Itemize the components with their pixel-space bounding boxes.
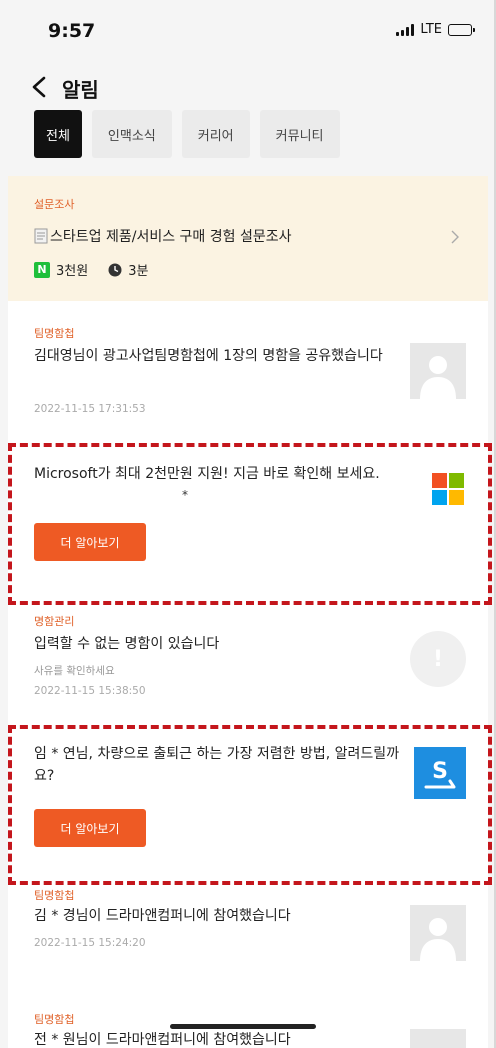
item-category: 명함관리 [34, 615, 75, 628]
item-message: 김대영님이 광고사업팀명함첩에 1장의 명함을 공유했습니다 [34, 348, 383, 364]
list-item[interactable]: 팀명함첩 김 * 경님이 드라마앤컴퍼니에 참여했습니다 2022-11-15 … [8, 885, 488, 985]
survey-category: 설문조사 [34, 198, 75, 211]
item-message: 전 * 원님이 드라마앤컴퍼니에 참여했습니다 [34, 1032, 291, 1048]
ad-highlight-box [8, 725, 492, 885]
item-category: 팀명함첩 [34, 889, 75, 902]
survey-reward: 3천원 [56, 264, 89, 279]
survey-banner[interactable]: 설문조사 스타트업 제품/서비스 구매 경험 설문조사 N 3천원 3분 [8, 176, 488, 301]
item-date: 2022-11-15 15:38:50 [34, 685, 146, 697]
header: 알림 [0, 62, 494, 110]
alert-icon: ! [410, 631, 466, 687]
tab-network-news[interactable]: 인맥소식 [91, 110, 172, 158]
item-date: 2022-11-15 15:24:20 [34, 937, 146, 949]
survey-title: 스타트업 제품/서비스 구매 경험 설문조사 [50, 229, 292, 245]
clock-icon [108, 263, 122, 276]
avatar-placeholder-icon [410, 1029, 466, 1048]
tab-community[interactable]: 커뮤니티 [259, 110, 340, 158]
document-icon [34, 228, 48, 244]
page-title: 알림 [62, 78, 99, 102]
phone-screen: 9:57 LTE 알림 전체 인맥소식 커리어 커뮤니티 설문조사 스타트업 제… [0, 0, 496, 1048]
tab-all[interactable]: 전체 [34, 110, 82, 158]
item-message: 김 * 경님이 드라마앤컴퍼니에 참여했습니다 [34, 908, 291, 924]
notification-list: 팀명함첩 김대영님이 광고사업팀명함첩에 1장의 명함을 공유했습니다 2022… [8, 301, 492, 1048]
network-label: LTE [420, 22, 442, 37]
survey-duration: 3분 [128, 264, 149, 279]
avatar-placeholder-icon [410, 343, 466, 399]
survey-title-row: 스타트업 제품/서비스 구매 경험 설문조사 [34, 226, 291, 246]
tab-career[interactable]: 커리어 [181, 110, 250, 158]
item-category: 팀명함첩 [34, 327, 75, 340]
status-time: 9:57 [48, 20, 96, 42]
chevron-right-icon [451, 230, 459, 244]
survey-meta: N 3천원 3분 [34, 260, 148, 279]
naver-pay-icon: N [34, 261, 50, 278]
item-category: 팀명함첩 [34, 1013, 75, 1026]
list-item[interactable]: 팀명함첩 김대영님이 광고사업팀명함첩에 1장의 명함을 공유했습니다 2022… [8, 301, 488, 439]
status-indicators: LTE [396, 22, 475, 37]
back-arrow-icon[interactable] [30, 76, 50, 98]
status-bar: 9:57 LTE [0, 0, 494, 60]
signal-icon [396, 23, 415, 36]
list-item[interactable]: 팀명함첩 전 * 원님이 드라마앤컴퍼니에 참여했습니다 [8, 987, 488, 1048]
battery-icon [448, 23, 475, 36]
list-item[interactable]: 명함관리 입력할 수 없는 명함이 있습니다 사유를 확인하세요 2022-11… [8, 605, 488, 725]
item-subtext: 사유를 확인하세요 [34, 665, 115, 677]
item-date: 2022-11-15 17:31:53 [34, 403, 146, 415]
item-message: 입력할 수 없는 명함이 있습니다 [34, 636, 220, 652]
filter-tabs: 전체 인맥소식 커리어 커뮤니티 [34, 110, 340, 158]
avatar-placeholder-icon [410, 905, 466, 961]
home-indicator [170, 1024, 316, 1029]
ad-highlight-box [8, 443, 492, 605]
